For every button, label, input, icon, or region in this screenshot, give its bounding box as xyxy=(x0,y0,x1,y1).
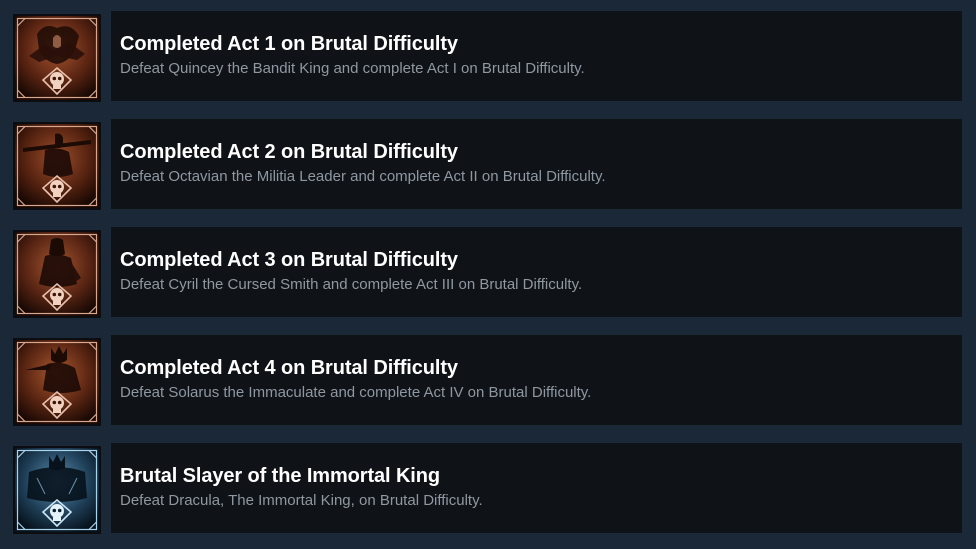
achievement-art xyxy=(15,448,99,532)
achievement-list: Completed Act 1 on Brutal Difficulty Def… xyxy=(0,0,976,549)
bandit-king-skull-icon[interactable] xyxy=(13,14,101,102)
achievement-card[interactable]: Completed Act 1 on Brutal Difficulty Def… xyxy=(111,11,962,101)
achievement-card[interactable]: Completed Act 3 on Brutal Difficulty Def… xyxy=(111,227,962,317)
cursed-smith-skull-icon[interactable] xyxy=(13,230,101,318)
achievement-title: Completed Act 3 on Brutal Difficulty xyxy=(120,249,458,271)
achievement-description: Defeat Quincey the Bandit King and compl… xyxy=(120,60,585,77)
achievement-row: Brutal Slayer of the Immortal King Defea… xyxy=(0,443,976,534)
immortal-king-skull-icon[interactable] xyxy=(13,446,101,534)
achievement-art xyxy=(15,124,99,208)
achievement-art xyxy=(15,340,99,424)
achievement-card[interactable]: Completed Act 4 on Brutal Difficulty Def… xyxy=(111,335,962,425)
achievement-title: Brutal Slayer of the Immortal King xyxy=(120,465,440,487)
achievement-title: Completed Act 2 on Brutal Difficulty xyxy=(120,141,458,163)
militia-leader-skull-icon[interactable] xyxy=(13,122,101,210)
achievement-row: Completed Act 4 on Brutal Difficulty Def… xyxy=(0,335,976,426)
achievement-card[interactable]: Brutal Slayer of the Immortal King Defea… xyxy=(111,443,962,533)
achievement-card[interactable]: Completed Act 2 on Brutal Difficulty Def… xyxy=(111,119,962,209)
achievement-row: Completed Act 2 on Brutal Difficulty Def… xyxy=(0,119,976,210)
achievement-row: Completed Act 1 on Brutal Difficulty Def… xyxy=(0,11,976,102)
achievement-description: Defeat Dracula, The Immortal King, on Br… xyxy=(120,492,483,509)
achievement-art xyxy=(15,16,99,100)
achievement-description: Defeat Solarus the Immaculate and comple… xyxy=(120,384,592,401)
achievement-title: Completed Act 1 on Brutal Difficulty xyxy=(120,33,458,55)
immaculate-skull-icon[interactable] xyxy=(13,338,101,426)
achievement-description: Defeat Cyril the Cursed Smith and comple… xyxy=(120,276,583,293)
achievement-art xyxy=(15,232,99,316)
achievement-title: Completed Act 4 on Brutal Difficulty xyxy=(120,357,458,379)
achievement-row: Completed Act 3 on Brutal Difficulty Def… xyxy=(0,227,976,318)
achievement-description: Defeat Octavian the Militia Leader and c… xyxy=(120,168,606,185)
